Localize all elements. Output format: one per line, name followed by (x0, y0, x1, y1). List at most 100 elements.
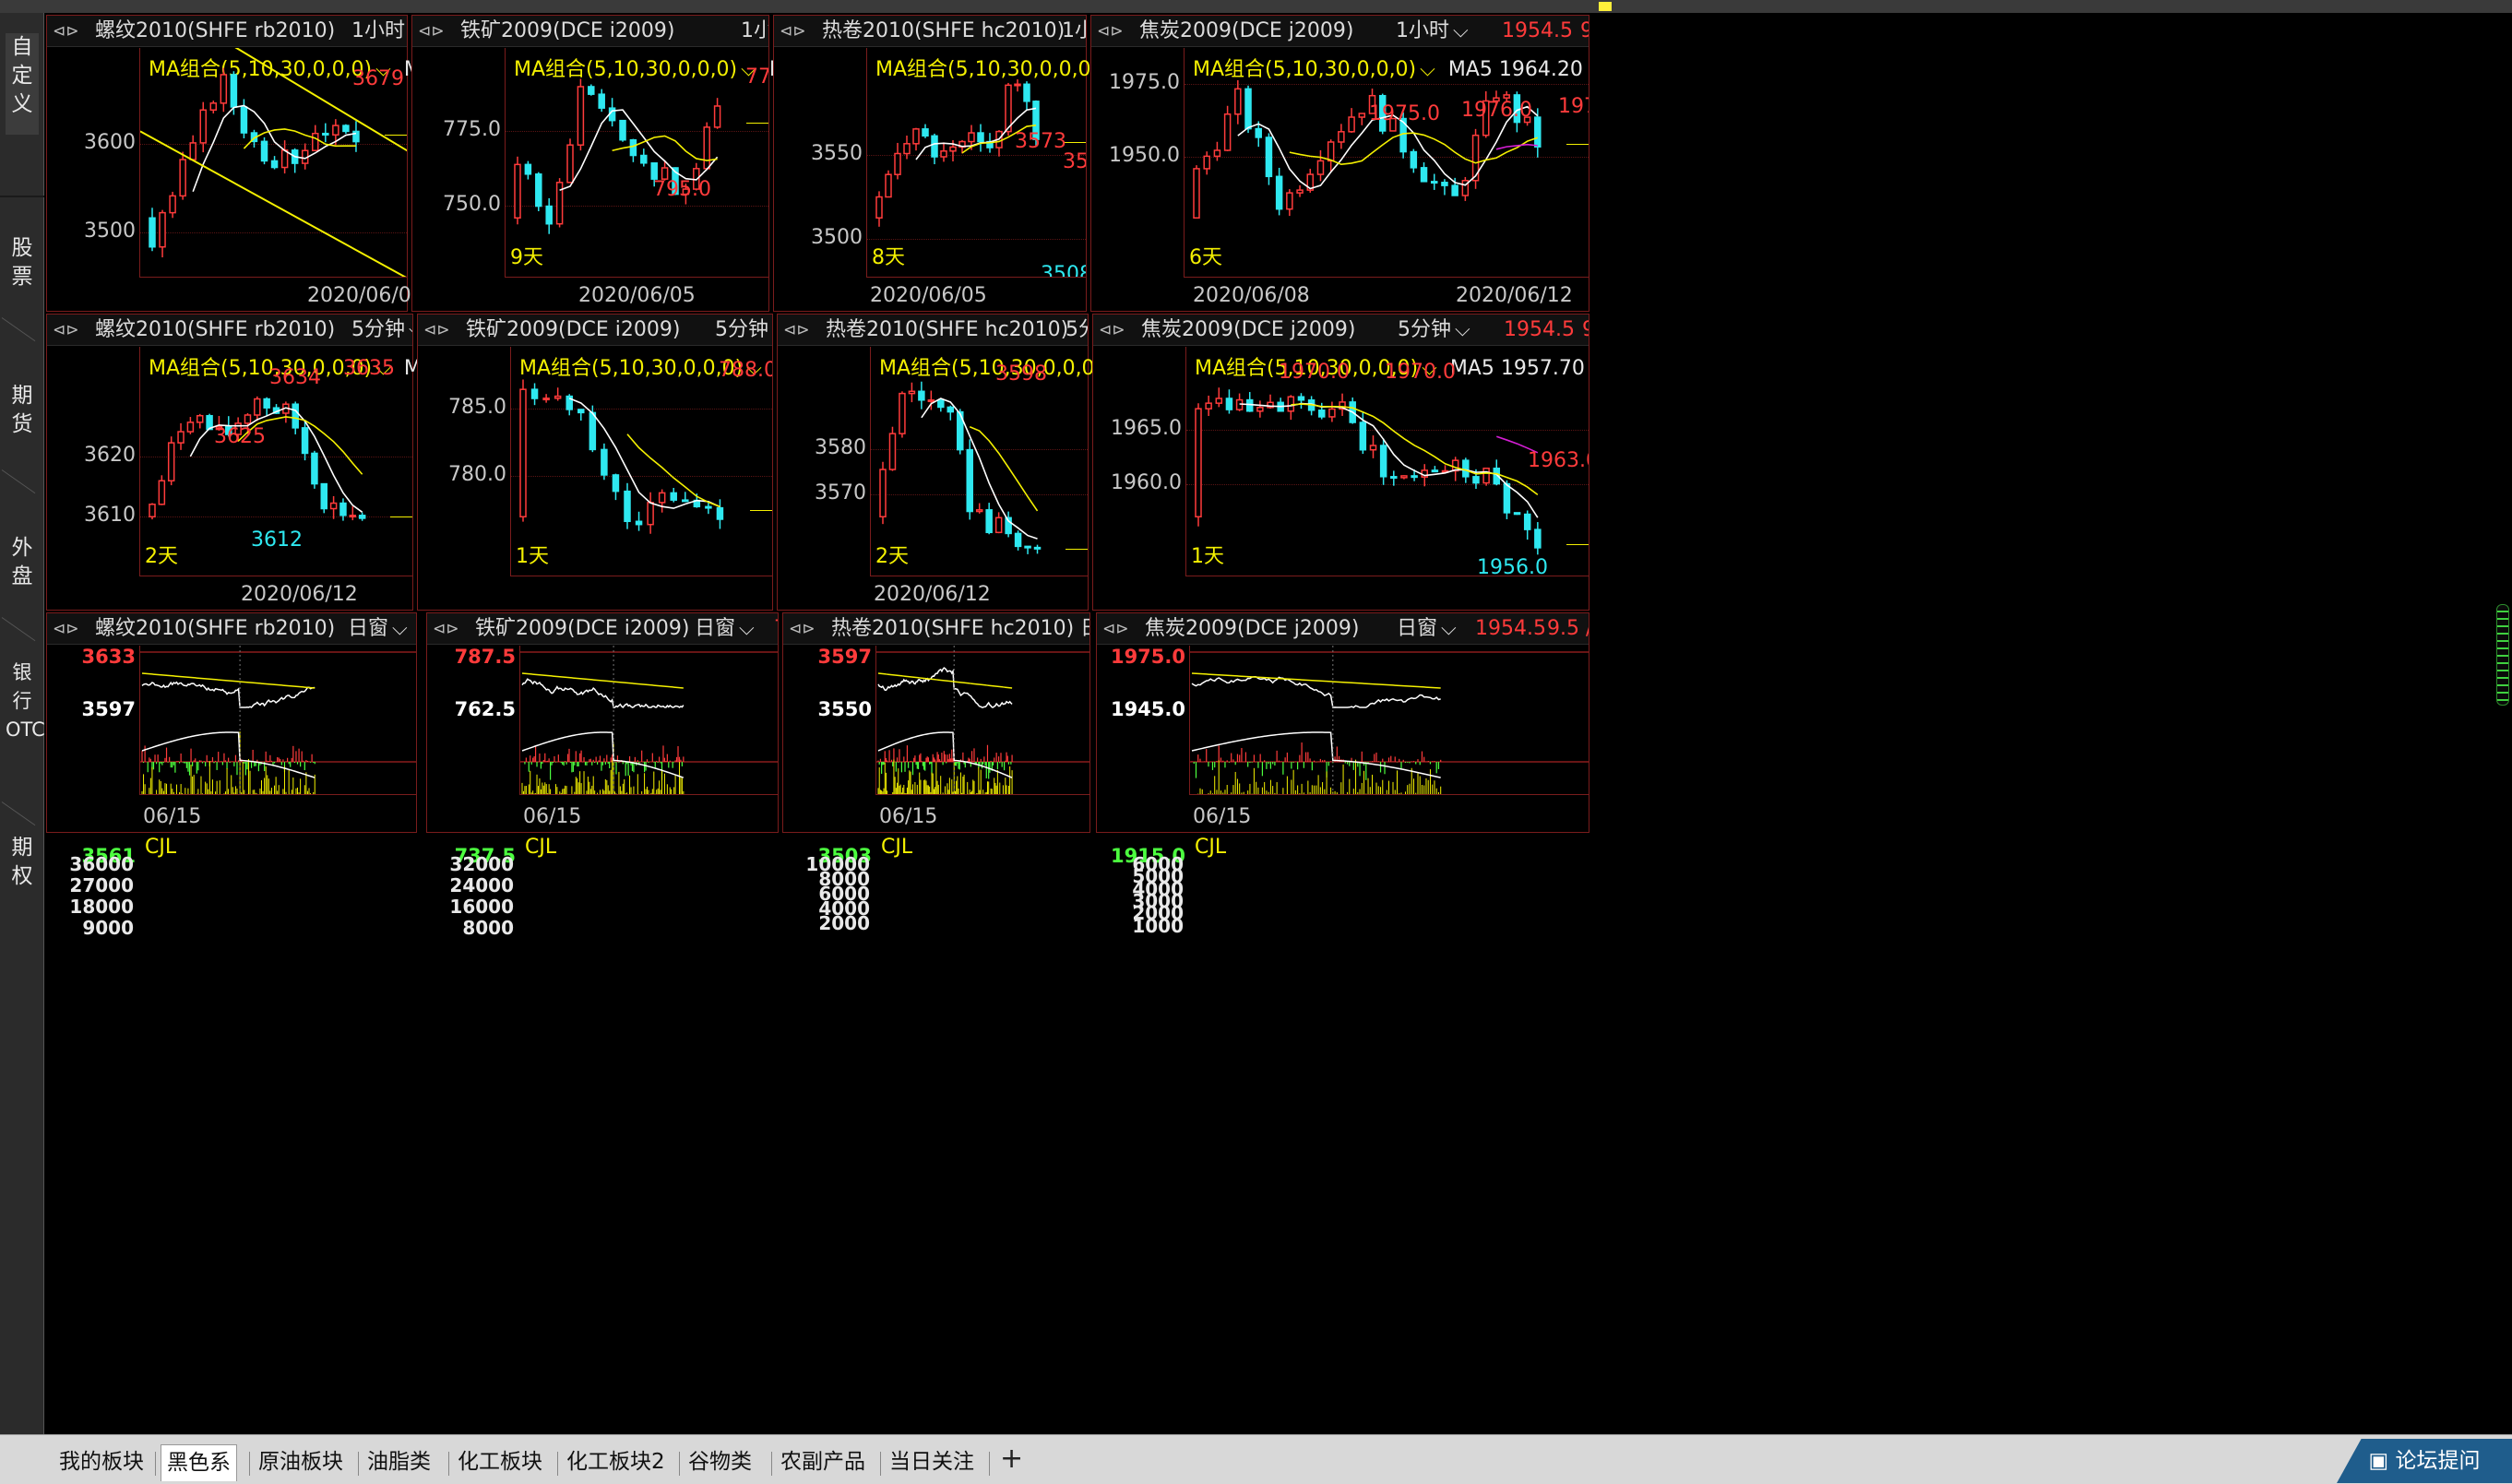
period-selector[interactable]: 1小时⌵ (1062, 16, 1086, 46)
candle-body (1400, 475, 1408, 479)
candle-body (358, 515, 366, 519)
period-days-label: 2天 (875, 545, 909, 568)
candle-body (1430, 181, 1438, 184)
period-selector[interactable]: 5分钟⌵ (1398, 315, 1470, 345)
forum-question-button[interactable]: ▣ 论坛提问 (2337, 1439, 2512, 1483)
period-selector[interactable]: 1小时⌵ (1396, 16, 1469, 46)
panel-header: ⊲⊳铁矿2009(DCE i2009)5分钟⌵777.515.0 / 1.97% (418, 315, 772, 346)
link-toggle-icon[interactable]: ⊲⊳ (433, 613, 459, 644)
candle-body (968, 132, 975, 143)
link-toggle-icon[interactable]: ⊲⊳ (1102, 613, 1129, 644)
period-selector[interactable]: 1小时⌵ (351, 16, 407, 46)
candle-body (927, 399, 935, 403)
candle-body (716, 506, 724, 520)
candle-body (1462, 459, 1470, 478)
ma5-line (921, 398, 1038, 540)
period-selector[interactable]: 5分钟⌵ (351, 315, 412, 345)
candle-body (1014, 532, 1022, 548)
candlestick-plot[interactable]: 1970.0 1970.0 1963.0 1956.0 1953.5 (1185, 347, 1589, 576)
candlestick-plot[interactable]: 36793635358435603467 (139, 48, 407, 278)
candle-body (301, 427, 309, 455)
period-selector[interactable]: 1小时⌵ (741, 16, 768, 46)
high-price-label: 1963.0 (1528, 449, 1589, 472)
candle-body (189, 142, 196, 160)
candle-body (1431, 469, 1439, 473)
candle-body (601, 448, 608, 476)
daily-window-panel: ⊲⊳ 焦炭2009(DCE j2009) 日窗⌵ 1954.59.5 / 0.49% 1… (1096, 612, 1589, 937)
period-selector[interactable]: 日窗⌵ (1080, 613, 1089, 644)
candle-body (159, 211, 166, 248)
period-label: 日窗 (1080, 617, 1089, 640)
link-toggle-icon[interactable]: ⊲⊳ (789, 613, 816, 644)
panel-header: ⊲⊳ 焦炭2009(DCE j2009) 5分钟⌵ 1954.5 9.5 / 0.49% (1093, 315, 1589, 346)
period-selector[interactable]: 日窗⌵ (348, 613, 408, 644)
sidebar-item-options[interactable]: 期 权 (6, 834, 39, 898)
link-toggle-icon[interactable]: ⊲⊳ (783, 315, 810, 345)
price-axis-label: 3597 (817, 646, 872, 668)
candle-body (352, 130, 360, 143)
ma5-line (192, 104, 357, 193)
vertical-scrollbar[interactable] (2496, 604, 2509, 706)
period-label: 5分钟 (351, 318, 405, 341)
sidebar-item-stocks[interactable]: 股 票 (6, 234, 39, 299)
tab-black-series[interactable]: 黑色系 (161, 1444, 237, 1481)
sidebar-item-bank-otc[interactable]: 银 行 OTC (6, 659, 45, 788)
sidebar-item-foreign[interactable]: 外 盘 (6, 534, 39, 599)
intraday-plot[interactable] (519, 646, 778, 795)
candle-body (1534, 116, 1542, 148)
link-toggle-icon[interactable]: ⊲⊳ (53, 315, 79, 345)
tab-chemicals-2[interactable]: 化工板块2 (561, 1444, 671, 1481)
link-toggle-icon[interactable]: ⊲⊳ (423, 315, 450, 345)
sidebar-item-custom[interactable]: 自 定 义 (6, 33, 39, 135)
intraday-plot[interactable] (875, 646, 1089, 795)
y-axis-label: 1965.0 (1111, 417, 1182, 441)
candlestick-plot[interactable]: 1975.01976.01977.51922.51915.0 (1184, 48, 1589, 278)
candle-body (240, 106, 248, 134)
volume-axis-label: 16000 (449, 896, 514, 918)
y-axis-label: 1975.0 (1109, 71, 1180, 95)
candle-body (349, 515, 357, 518)
chevron-down-icon: ⌵ (1441, 617, 1457, 640)
candlestick-plot[interactable]: 795.0770.0788.0733.5753.0746.5 (505, 48, 768, 278)
candle-body (670, 492, 677, 501)
link-toggle-icon[interactable]: ⊲⊳ (780, 16, 806, 46)
period-days-label: 2天 (145, 545, 178, 568)
period-selector[interactable]: 5分钟⌵ (1066, 315, 1088, 345)
tab-oils-fats[interactable]: 油脂类 (362, 1444, 436, 1481)
candle-body (629, 138, 637, 157)
tab-daily-focus[interactable]: 当日关注 (884, 1444, 980, 1481)
intraday-plot[interactable] (1189, 646, 1589, 795)
last-price: 1954.5 (1502, 19, 1573, 42)
candle-body (186, 421, 195, 433)
link-toggle-icon[interactable]: ⊲⊳ (1099, 315, 1125, 345)
tab-grains[interactable]: 谷物类 (683, 1444, 757, 1481)
candle-body (1472, 476, 1480, 484)
candle-body (555, 182, 564, 225)
candlestick-plot[interactable]: 36343635362536123603 (139, 347, 412, 576)
candles-svg: 36343635362536123603 (149, 357, 395, 552)
intraday-plot[interactable] (139, 646, 416, 795)
link-toggle-icon[interactable]: ⊲⊳ (1097, 16, 1124, 46)
period-selector[interactable]: 日窗⌵ (695, 613, 755, 644)
link-toggle-icon[interactable]: ⊲⊳ (53, 613, 79, 644)
candle-body (1420, 167, 1428, 183)
sidebar-item-futures[interactable]: 期 货 (6, 382, 39, 446)
contract-name: 焦炭2009(DCE j2009) (1145, 617, 1360, 640)
tab-my-board[interactable]: 我的板块 (54, 1444, 149, 1481)
period-days-label: 8天 (872, 246, 905, 269)
tab-chemicals[interactable]: 化工板块 (452, 1444, 548, 1481)
period-selector[interactable]: 5分钟⌵ (715, 315, 772, 345)
candlestick-plot[interactable]: 788.0780.5774.0775.5 (510, 347, 772, 576)
price-axis-label: 762.5 (454, 698, 516, 720)
candle-body (658, 492, 666, 504)
panel-header: ⊲⊳热卷2010(SHFE hc2010)5分钟⌵35588 / 0.23% (778, 315, 1088, 346)
link-toggle-icon[interactable]: ⊲⊳ (53, 16, 79, 46)
last-price: 1954.5 (1475, 617, 1546, 640)
period-label: 1小时 (1062, 19, 1086, 42)
tab-crude-oil[interactable]: 原油板块 (253, 1444, 349, 1481)
link-toggle-icon[interactable]: ⊲⊳ (418, 16, 445, 46)
add-tab-button[interactable]: + (1000, 1442, 1023, 1475)
tab-agri-products[interactable]: 农副产品 (775, 1444, 871, 1481)
candle-body (530, 388, 539, 399)
period-selector[interactable]: 日窗⌵ (1397, 613, 1457, 644)
